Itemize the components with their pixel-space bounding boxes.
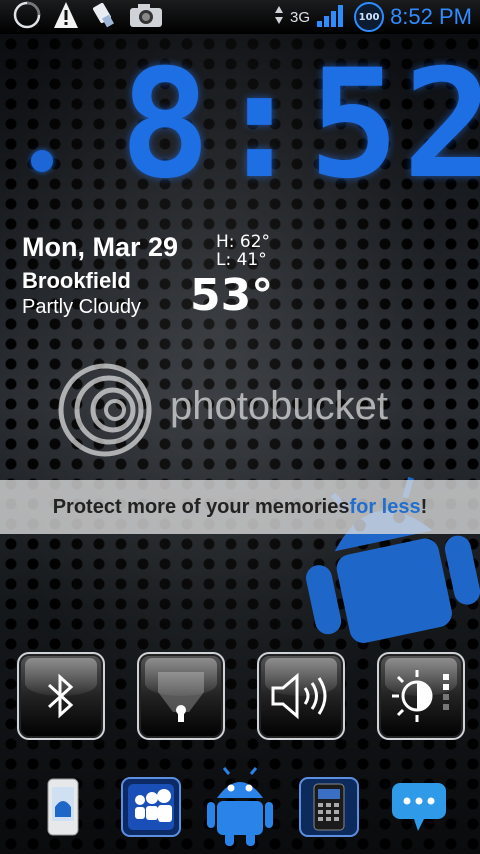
sound-toggle[interactable]	[257, 652, 345, 740]
messaging-app[interactable]	[386, 774, 452, 840]
clock-time: 8:52	[120, 38, 480, 212]
weather-widget[interactable]: Mon, Mar 29 Brookfield Partly Cloudy H: …	[22, 232, 282, 322]
gps-toggle[interactable]	[137, 652, 225, 740]
dialer-app[interactable]	[296, 774, 362, 840]
status-time: 8:52 PM	[390, 4, 472, 29]
camera-icon	[128, 1, 164, 33]
myspace-app[interactable]	[118, 774, 184, 840]
dialpad-icon	[299, 777, 359, 837]
battery-level: 100	[358, 11, 380, 23]
weather-low: L: 41°	[216, 250, 267, 270]
phone-app[interactable]	[30, 774, 96, 840]
battery-icon: 100	[354, 2, 385, 32]
launcher-app[interactable]	[204, 766, 276, 848]
signal-icon	[316, 2, 348, 32]
bluetooth-toggle[interactable]	[17, 652, 105, 740]
photobucket-logo	[57, 360, 157, 460]
myspace-icon	[121, 777, 181, 837]
watermark-banner: Protect more of your memories for less !	[0, 480, 480, 534]
brightness-toggle[interactable]	[377, 652, 465, 740]
weather-high: H: 62°	[216, 232, 271, 252]
alarm-dot	[31, 150, 53, 172]
weather-city: Brookfield	[22, 268, 131, 293]
message-icon	[392, 783, 446, 831]
banner-text: Protect more of your memories	[52, 495, 350, 518]
weather-date: Mon, Mar 29	[22, 232, 179, 262]
gps-icon	[158, 672, 204, 722]
weather-temperature: 53°	[190, 270, 274, 321]
banner-end-text: !	[420, 495, 428, 518]
power-control-widget	[0, 652, 480, 740]
brightness-icon	[392, 670, 449, 722]
dock	[0, 766, 480, 854]
phone-android-icon	[47, 778, 79, 836]
network-type: 3G	[290, 8, 311, 26]
android-icon	[207, 767, 273, 846]
circle-icon	[12, 0, 42, 34]
status-bar[interactable]: 3G 100 8:52 PM	[0, 0, 480, 34]
clock-widget[interactable]: 8:52	[120, 50, 480, 200]
speaker-icon	[271, 672, 327, 720]
banner-accent-text: for less	[349, 495, 421, 518]
warning-icon	[52, 0, 80, 34]
watermark-brand: photobucket	[170, 384, 388, 428]
usb-icon	[90, 0, 118, 34]
weather-condition: Partly Cloudy	[22, 296, 141, 318]
bluetooth-icon	[47, 673, 74, 719]
data-arrows-icon	[274, 5, 284, 29]
